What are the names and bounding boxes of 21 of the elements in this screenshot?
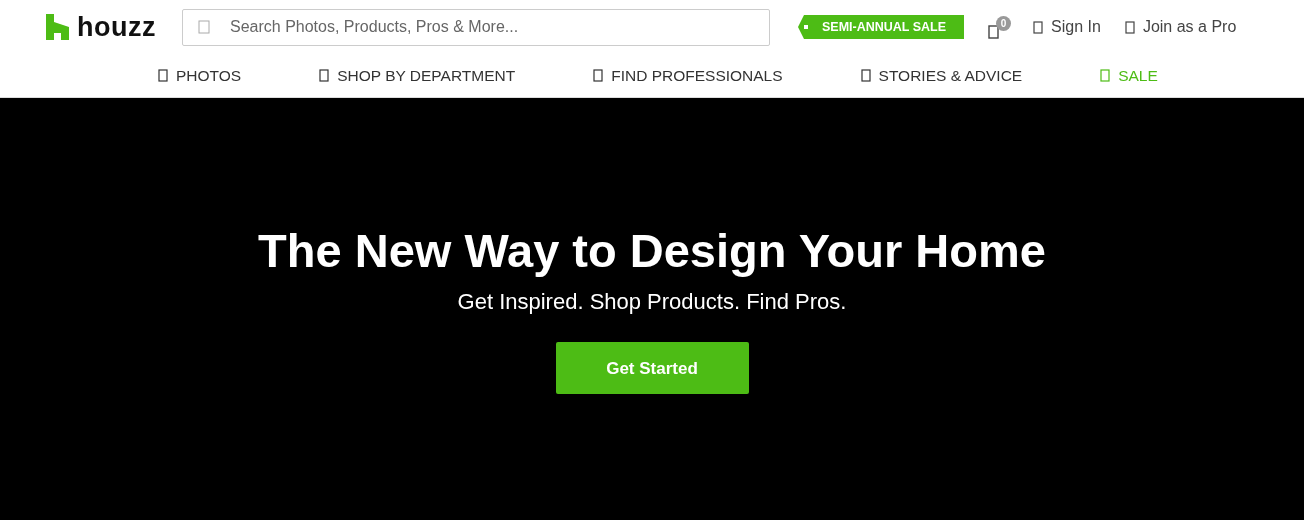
glyph-box-icon	[593, 69, 604, 82]
header-link[interactable]: Sign In	[1033, 15, 1101, 39]
house-logo-icon	[46, 14, 69, 40]
nav-link[interactable]: STORIES & ADVICE	[860, 63, 1023, 88]
search-field[interactable]: Search Photos, Products, Pros & More...	[182, 8, 770, 46]
glyph-box-icon	[319, 69, 330, 82]
houzz-logo[interactable]: houzz	[46, 6, 156, 48]
glyph-box-icon	[198, 19, 210, 34]
glyph-box-icon	[158, 69, 168, 82]
glyph-box-icon	[1033, 20, 1044, 34]
hero-title: The New Way to Design Your Home	[258, 223, 1046, 279]
nav-link[interactable]: FIND PROFESSIONALS	[593, 63, 783, 88]
glyph-box-icon	[1124, 20, 1135, 34]
nav-link[interactable]: SHOP BY DEPARTMENT	[319, 63, 516, 88]
cart-count-badge: 0	[996, 15, 1012, 31]
glyph-box-icon	[1100, 69, 1111, 82]
nav-link[interactable]: PHOTOS	[158, 63, 242, 88]
glyph-box-icon	[860, 69, 871, 82]
glyph-box-icon	[988, 24, 1000, 39]
header-link[interactable]: Join as a Pro	[1124, 15, 1237, 39]
hero-subtitle: Get Inspired. Shop Products. Find Pros.	[457, 288, 847, 317]
